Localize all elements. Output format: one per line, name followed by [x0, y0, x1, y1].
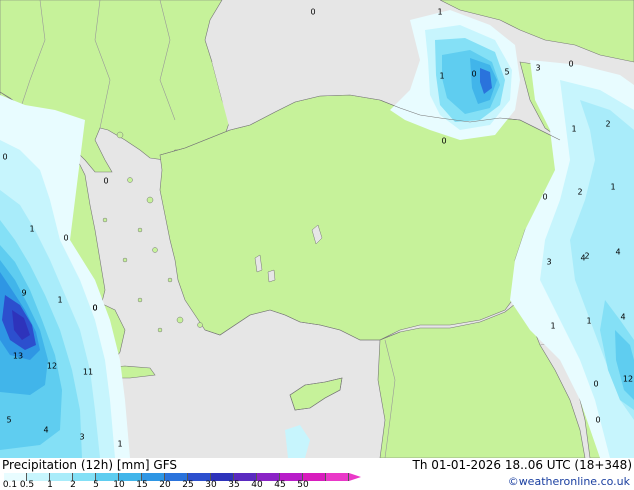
contour-label: 1: [57, 296, 62, 305]
contour-label: 0: [103, 177, 108, 186]
contour-label: 4: [620, 313, 625, 322]
color-scale-tick: 5: [93, 480, 99, 490]
contour-label: 3: [535, 64, 540, 73]
color-scale-arrow: [349, 473, 361, 481]
contour-label: 1: [586, 317, 591, 326]
contour-label: 3: [546, 258, 551, 267]
color-scale-tick: 0.1: [2, 480, 18, 490]
color-scale-tick: 20: [159, 480, 171, 490]
color-scale-tick: 1: [47, 480, 53, 490]
color-scale-tick: 50: [297, 480, 309, 490]
contour-label: 0: [542, 193, 547, 202]
contour-label: 0: [92, 304, 97, 313]
map-title: Precipitation (12h) [mm] GFS: [2, 458, 178, 472]
color-scale-tick: 25: [182, 480, 194, 490]
contour-label: 0: [471, 70, 476, 79]
contour-label: 13: [13, 352, 23, 361]
color-scale-tick: 10: [113, 480, 125, 490]
color-scale-ticks: 0.1 0.5 1 2 5 10 15 20 25 30 35 40 45 50: [2, 480, 334, 490]
credit-link[interactable]: ©weatheronline.co.uk: [508, 475, 630, 489]
contour-label: 0: [310, 8, 315, 17]
valid-time: Th 01-01-2026 18..06 UTC (18+348): [412, 458, 632, 472]
color-scale-tick: 45: [274, 480, 286, 490]
contour-label: 3: [79, 433, 84, 442]
contour-label: 0: [2, 153, 7, 162]
contour-label: 1: [29, 225, 34, 234]
contour-label: 4: [615, 248, 620, 257]
contour-label: 5: [6, 416, 11, 425]
contour-label: 1: [439, 72, 444, 81]
color-scale-tick: 2: [70, 480, 76, 490]
color-scale-tick: 0.5: [19, 480, 35, 490]
color-scale-tick: 30: [205, 480, 217, 490]
color-scale-tick: 15: [136, 480, 148, 490]
contour-label: 1: [610, 183, 615, 192]
contour-label: 0: [595, 416, 600, 425]
contour-label: 1: [571, 125, 576, 134]
color-scale-tick: 40: [251, 480, 263, 490]
contour-label: 0: [593, 380, 598, 389]
precipitation-map: 0 11 0 5 3 000120010210243491011 4013121154310…: [0, 0, 634, 458]
contour-label: 12: [47, 362, 57, 371]
contour-label: 0: [568, 60, 573, 69]
contour-label: 11: [83, 368, 93, 377]
contour-label: 0: [441, 137, 446, 146]
contour-label: 1: [437, 8, 442, 17]
color-scale-swatch: [326, 473, 349, 481]
color-scale-tick: 35: [228, 480, 240, 490]
contour-label: 1: [117, 440, 122, 449]
contour-label: 9: [21, 289, 26, 298]
contour-label: 1: [550, 322, 555, 331]
contour-label: 4: [580, 254, 585, 263]
contour-label: 4: [43, 426, 48, 435]
contour-label: 5: [504, 68, 509, 77]
contour-label: 0: [63, 234, 68, 243]
contour-label: 2: [577, 188, 582, 197]
contour-label: 12: [623, 375, 633, 384]
contour-label: 2: [605, 120, 610, 129]
